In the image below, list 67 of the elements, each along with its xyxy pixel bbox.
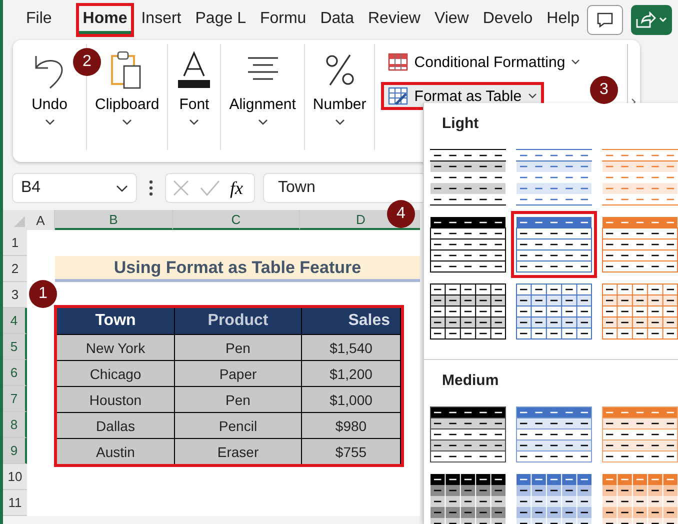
name-box[interactable]: B4 [12,173,137,203]
format-table-icon [388,87,408,105]
row-header[interactable]: 11 [3,490,27,516]
chevron-down-icon [122,119,132,125]
ribbon-tab[interactable]: Review [361,3,428,37]
ribbon-tab[interactable]: File [19,3,56,37]
table-cell: $1,000 [302,386,401,412]
ribbon-tab[interactable]: Formu [252,3,314,37]
ribbon-group-button[interactable]: Alignment [221,44,305,150]
ribbon-group-button[interactable]: Number [304,44,376,150]
table-header-cell: Sales [302,308,401,334]
chevron-down-icon [258,119,268,125]
table-cell: $980 [302,412,401,438]
chevron-down-icon [334,119,345,125]
table-cell: Dallas [57,412,175,438]
ribbon-tab[interactable]: Data [313,3,361,37]
gallery-section-title: Light [442,115,480,132]
speech-bubble-icon [596,12,614,28]
check-icon[interactable] [200,180,220,196]
share-icon [634,11,668,29]
row-header[interactable]: 9 [3,438,27,464]
row-header[interactable]: 2 [3,256,27,282]
chevron-down-icon [571,59,580,65]
row-header[interactable]: 4 [3,308,27,334]
sheet-title-cell: Using Format as Table Feature [55,256,420,282]
comment-button[interactable] [586,5,623,35]
table-cell: $1,200 [302,360,401,386]
gallery-section-title: Medium [442,372,500,389]
ribbon-tab[interactable]: View [427,3,476,37]
ribbon-group-button[interactable]: Font [168,44,222,150]
conditional-formatting-icon [388,53,408,71]
more-options-icon[interactable] [149,180,153,196]
table-cell: Pencil [175,412,302,438]
ribbon-tab[interactable]: Home [76,3,134,37]
insert-function-button[interactable]: fx [230,178,243,198]
table-header-cell: Town [57,308,175,334]
table-cell: New York [57,334,175,360]
table-cell: $755 [302,438,401,464]
row-header[interactable]: 8 [3,412,27,438]
row-header[interactable]: 10 [3,464,27,490]
table-header-cell: Product [175,308,302,334]
row-header[interactable]: 7 [3,386,27,412]
chevron-down-icon [189,119,200,125]
row-header[interactable]: 6 [3,360,27,386]
table-cell: Austin [57,438,175,464]
table-cell: $1,540 [302,334,401,360]
table-cell: Houston [57,386,175,412]
row-header[interactable]: 3 [3,282,27,308]
column-header[interactable]: A [27,210,55,230]
chevron-down-icon [116,184,128,192]
ribbon-tab[interactable]: Page L [188,3,253,37]
row-header[interactable]: 1 [3,230,27,256]
table-cell: Eraser [175,438,302,464]
ribbon-command-button[interactable]: Conditional Formatting [381,48,588,76]
chevron-down-icon [44,119,54,125]
row-header[interactable]: 5 [3,334,27,360]
font-color-icon [176,50,212,90]
share-button[interactable] [630,5,672,35]
table-cell: Pen [175,386,302,412]
table-cell: Pen [175,334,302,360]
table-cell: Chicago [57,360,175,386]
ribbon-tab[interactable]: Develo [476,3,540,37]
table-style-thumbnail[interactable] [511,211,597,278]
ribbon-tab[interactable]: Help [540,3,587,37]
table-cell: Paper [175,360,302,386]
ribbon-tab[interactable]: Insert [134,3,188,37]
chevron-down-icon [528,93,537,99]
